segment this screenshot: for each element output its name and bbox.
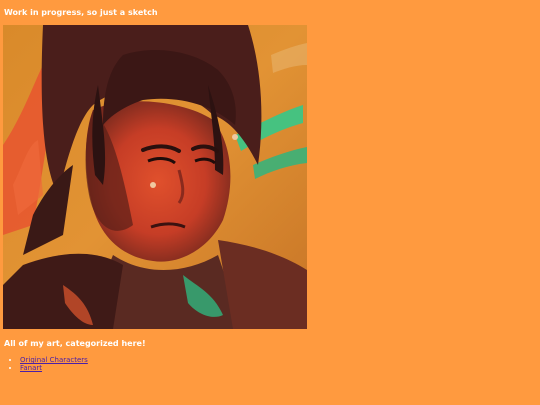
fanart-link[interactable]: Fanart bbox=[20, 364, 42, 372]
page: Work in progress, so just a sketch All o… bbox=[0, 0, 540, 405]
artwork-image bbox=[3, 25, 307, 329]
list-item: Fanart bbox=[20, 364, 88, 372]
category-list: Original Characters Fanart bbox=[0, 356, 88, 372]
original-characters-link[interactable]: Original Characters bbox=[20, 356, 88, 364]
categories-heading: All of my art, categorized here! bbox=[4, 339, 146, 348]
list-item: Original Characters bbox=[20, 356, 88, 364]
wip-heading: Work in progress, so just a sketch bbox=[4, 8, 158, 17]
